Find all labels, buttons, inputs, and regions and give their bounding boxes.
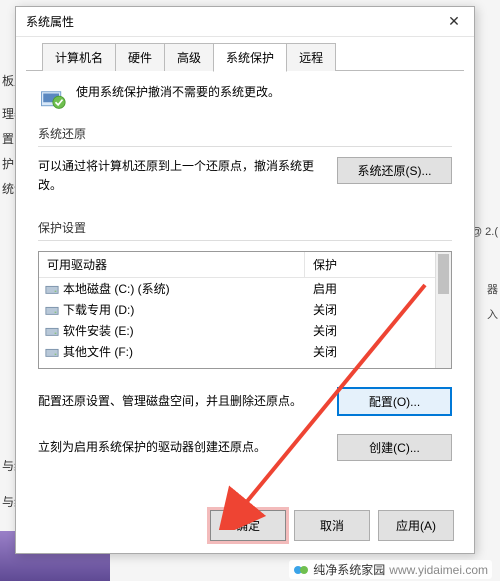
drive-name: 下载专用 (D:) — [63, 301, 134, 318]
column-protection[interactable]: 保护 — [305, 252, 435, 277]
drive-status: 关闭 — [305, 301, 435, 318]
disk-icon — [45, 282, 59, 296]
create-button[interactable]: 创建(C)... — [337, 434, 452, 461]
tab-strip: 计算机名 硬件 高级 系统保护 远程 — [16, 37, 474, 71]
drive-status: 关闭 — [305, 322, 435, 339]
system-restore-button[interactable]: 系统还原(S)... — [337, 157, 452, 184]
create-text: 立刻为启用系统保护的驱动器创建还原点。 — [38, 438, 337, 457]
drive-list-body: 可用驱动器 保护 本地磁盘 (C:) (系统) 启用 下载专用 (D:) 关闭 — [39, 252, 435, 368]
settings-section-title: 保护设置 — [38, 219, 452, 236]
bg-text: 护 — [2, 155, 14, 172]
column-drive[interactable]: 可用驱动器 — [39, 252, 305, 277]
divider — [38, 240, 452, 241]
intro-text: 使用系统保护撤消不需要的系统更改。 — [76, 83, 280, 100]
protection-icon — [38, 83, 66, 111]
ok-button[interactable]: 确定 — [210, 510, 286, 541]
restore-text: 可以通过将计算机还原到上一个还原点，撤消系统更改。 — [38, 157, 327, 195]
drive-row[interactable]: 其他文件 (F:) 关闭 — [39, 341, 435, 362]
restore-row: 可以通过将计算机还原到上一个还原点，撤消系统更改。 系统还原(S)... — [38, 157, 452, 195]
tab-computer-name[interactable]: 计算机名 — [42, 43, 116, 71]
scrollbar-thumb[interactable] — [438, 254, 449, 294]
tab-advanced[interactable]: 高级 — [164, 43, 214, 71]
apply-button[interactable]: 应用(A) — [378, 510, 454, 541]
drive-name: 其他文件 (F:) — [63, 343, 133, 360]
dialog-footer: 确定 取消 应用(A) — [210, 510, 454, 541]
system-properties-dialog: 系统属性 ✕ 计算机名 硬件 高级 系统保护 远程 使用系统保护撤消不需要的系统… — [15, 6, 475, 554]
drive-name: 软件安装 (E:) — [63, 322, 134, 339]
drive-name: 本地磁盘 (C:) (系统) — [63, 280, 170, 297]
titlebar: 系统属性 ✕ — [16, 7, 474, 37]
drive-status: 关闭 — [305, 343, 435, 360]
tab-hardware[interactable]: 硬件 — [115, 43, 165, 71]
tab-remote[interactable]: 远程 — [286, 43, 336, 71]
logo-icon — [293, 562, 309, 578]
close-button[interactable]: ✕ — [434, 7, 474, 37]
bg-text: 置 — [2, 130, 14, 147]
cancel-button[interactable]: 取消 — [294, 510, 370, 541]
bg-text: 器 — [487, 281, 498, 297]
watermark: 纯净系统家园 www.yidaimei.com — [289, 560, 492, 579]
configure-button[interactable]: 配置(O)... — [337, 387, 452, 416]
restore-section-title: 系统还原 — [38, 125, 452, 142]
drive-status: 启用 — [305, 280, 435, 297]
scrollbar[interactable] — [435, 252, 451, 368]
watermark-url: www.yidaimei.com — [389, 563, 488, 577]
tab-content: 使用系统保护撤消不需要的系统更改。 系统还原 可以通过将计算机还原到上一个还原点… — [16, 71, 474, 473]
watermark-brand: 纯净系统家园 — [313, 561, 385, 578]
drive-row[interactable]: 下载专用 (D:) 关闭 — [39, 299, 435, 320]
disk-icon — [45, 345, 59, 359]
configure-row: 配置还原设置、管理磁盘空间，并且删除还原点。 配置(O)... — [38, 387, 452, 416]
dialog-title: 系统属性 — [26, 13, 74, 30]
bg-text: 入 — [487, 306, 498, 322]
drive-list: 可用驱动器 保护 本地磁盘 (C:) (系统) 启用 下载专用 (D:) 关闭 — [38, 251, 452, 369]
drive-row[interactable]: 本地磁盘 (C:) (系统) 启用 — [39, 278, 435, 299]
drive-row[interactable]: 软件安装 (E:) 关闭 — [39, 320, 435, 341]
tab-system-protection[interactable]: 系统保护 — [213, 43, 287, 72]
configure-text: 配置还原设置、管理磁盘空间，并且删除还原点。 — [38, 392, 337, 411]
drive-list-header: 可用驱动器 保护 — [39, 252, 435, 278]
disk-icon — [45, 324, 59, 338]
divider — [38, 146, 452, 147]
disk-icon — [45, 303, 59, 317]
intro-row: 使用系统保护撤消不需要的系统更改。 — [38, 83, 452, 111]
create-row: 立刻为启用系统保护的驱动器创建还原点。 创建(C)... — [38, 434, 452, 461]
close-icon: ✕ — [448, 13, 460, 30]
